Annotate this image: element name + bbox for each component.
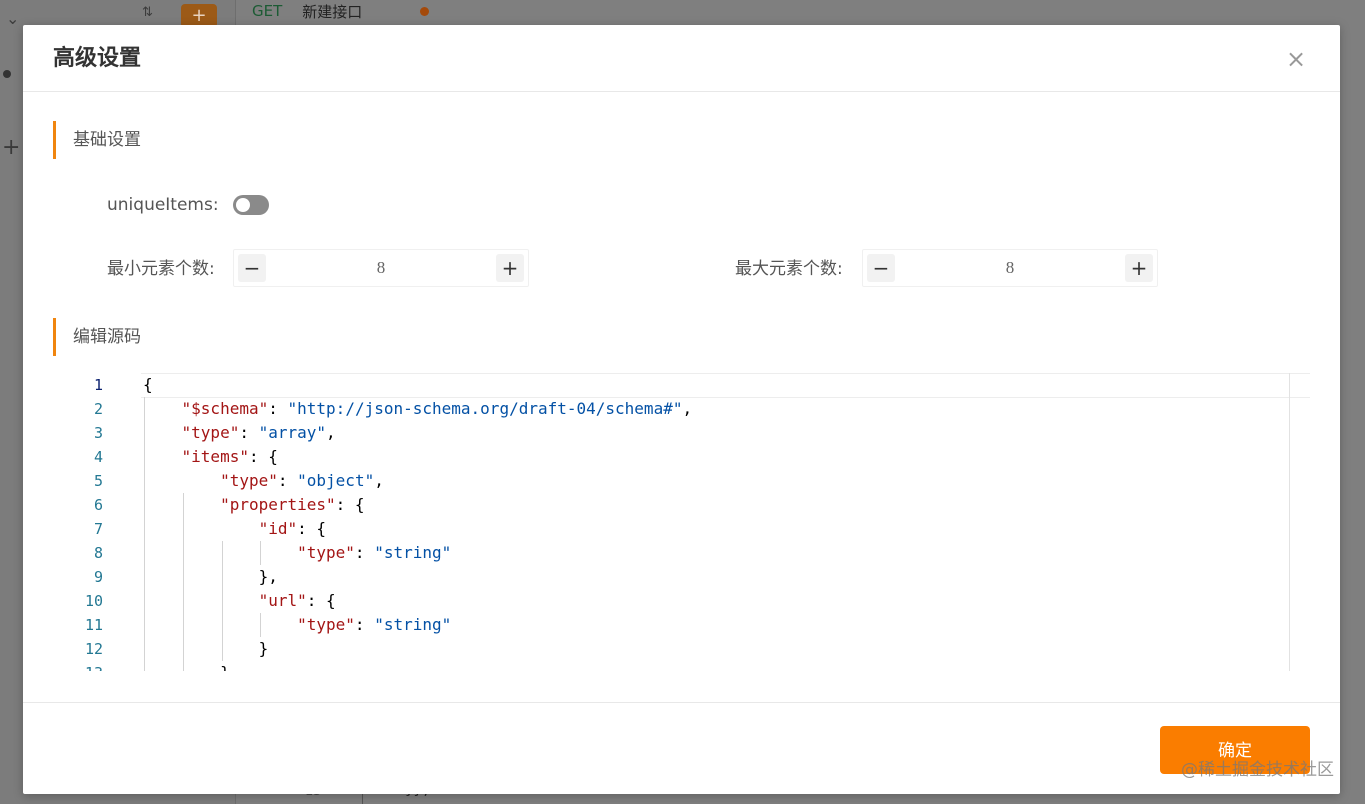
modal-title: 高级设置: [53, 46, 142, 71]
line-number: 11: [84, 616, 103, 634]
editor-scrollbar-track[interactable]: [1289, 373, 1290, 671]
indent-guide: [221, 541, 223, 661]
close-icon[interactable]: ×: [1284, 47, 1308, 71]
indent-guide: [260, 541, 262, 565]
line-number: 8: [93, 544, 103, 562]
code-line: {: [143, 375, 153, 394]
line-number: 6: [93, 496, 103, 514]
code-line: "type": "string": [297, 543, 452, 562]
indent-guide: [182, 493, 184, 671]
code-line: "items": {: [181, 447, 278, 466]
watermark: @稀土掘金技术社区: [1181, 760, 1334, 780]
min-items-increment-button[interactable]: +: [496, 254, 524, 282]
indent-guide: [260, 613, 262, 637]
code-line: "properties": {: [220, 495, 365, 514]
code-line: }: [143, 661, 230, 671]
min-items-label: 最小元素个数:: [107, 259, 215, 279]
section-title-basic: 基础设置: [53, 121, 141, 159]
line-number: 10: [84, 592, 103, 610]
min-items-input[interactable]: 8: [270, 250, 492, 286]
sort-icon: ⇅: [142, 5, 153, 20]
chevron-down-icon: ⌄: [6, 9, 20, 28]
max-items-label: 最大元素个数:: [735, 259, 843, 279]
line-number: 2: [93, 400, 103, 418]
code-line: "id": {: [258, 519, 327, 538]
section-title-source: 编辑源码: [53, 318, 141, 356]
bg-tab-name: 新建接口: [302, 2, 363, 21]
code-line: "$schema": "http://json-schema.org/draft…: [181, 399, 693, 418]
modal-footer: 确定: [23, 702, 1340, 794]
indent-guide: [144, 397, 145, 671]
code-line: "type": "array",: [181, 423, 336, 442]
unique-items-label: uniqueItems:: [107, 195, 219, 215]
max-items-decrement-button[interactable]: −: [867, 254, 895, 282]
code-line: "type": "object",: [220, 471, 384, 490]
toggle-knob: [236, 198, 250, 212]
code-line: },: [143, 567, 278, 586]
bg-tab: GET 新建接口: [240, 0, 470, 22]
line-number: 5: [93, 472, 103, 490]
min-items-decrement-button[interactable]: −: [238, 254, 266, 282]
unique-items-toggle[interactable]: [233, 195, 269, 215]
line-number: 4: [93, 448, 103, 466]
line-number: 12: [84, 640, 103, 658]
line-number: 1: [93, 376, 103, 394]
line-number: 7: [93, 520, 103, 538]
max-items-increment-button[interactable]: +: [1125, 254, 1153, 282]
code-line: }: [143, 639, 269, 658]
bg-dot-icon: [3, 70, 11, 78]
max-items-input[interactable]: 8: [899, 250, 1121, 286]
code-line: "type": "string": [297, 615, 452, 634]
min-items-stepper: − 8 +: [233, 249, 529, 287]
code-editor[interactable]: 1 {2 "$schema": "http://json-schema.org/d…: [63, 373, 1310, 671]
advanced-settings-modal: 高级设置 × 基础设置 uniqueItems: 最小元素个数: − 8 + 最…: [23, 25, 1340, 794]
line-number: 3: [93, 424, 103, 442]
bg-tab-method: GET: [252, 2, 283, 20]
max-items-stepper: − 8 +: [862, 249, 1158, 287]
line-number: 9: [93, 568, 103, 586]
plus-icon: +: [2, 135, 21, 160]
modal-header: 高级设置 ×: [23, 25, 1340, 92]
unsaved-dot-icon: [420, 6, 430, 16]
editor-active-line: [141, 373, 1310, 398]
line-number: 13: [63, 661, 103, 671]
code-line: "url": {: [258, 591, 336, 610]
